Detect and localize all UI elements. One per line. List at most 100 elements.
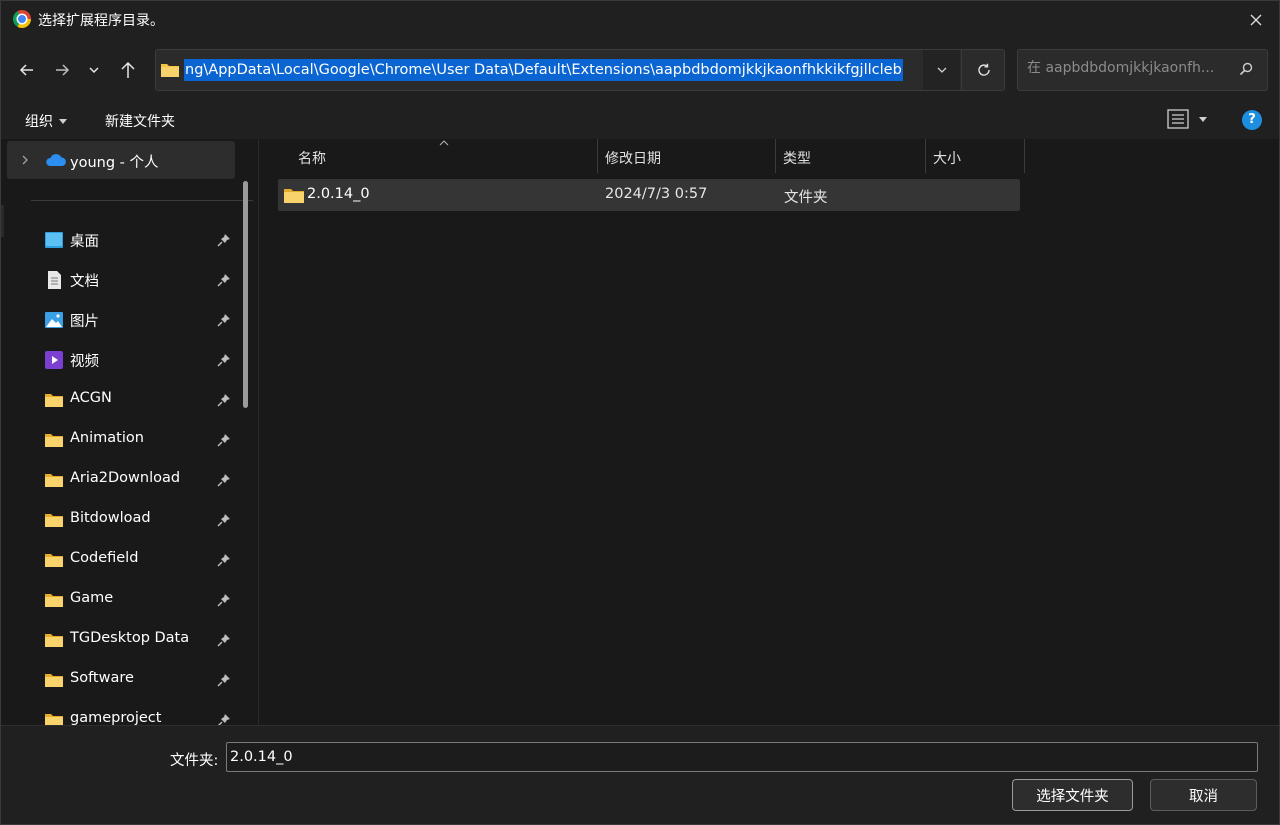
sidebar-item-animation[interactable]: Animation [1,420,241,460]
folder-icon [45,474,63,487]
select-folder-button[interactable]: 选择文件夹 [1012,779,1133,811]
pin-icon[interactable] [217,433,231,447]
help-button[interactable]: ? [1242,110,1262,130]
caret-down-icon [1199,116,1207,122]
file-modified: 2024/7/3 0:57 [605,186,708,202]
chevron-down-icon [89,67,99,74]
forward-button[interactable] [48,56,76,84]
sidebar-item-codefield[interactable]: Codefield [1,540,241,580]
file-dialog-window: 选择扩展程序目录。 ng\AppData\Local\Google\Chrome… [0,0,1280,825]
folder-icon [284,189,304,203]
sidebar-item-onedrive[interactable]: young - 个人 [7,141,235,179]
folder-icon [45,514,63,527]
pictures-icon [45,312,63,328]
refresh-icon [977,63,990,76]
videos-icon [45,351,63,369]
sidebar-item-tgdesktop-data[interactable]: TGDesktop Data [1,620,241,660]
sidebar-item-software[interactable]: Software [1,660,241,700]
pin-icon[interactable] [217,713,231,725]
column-header-size[interactable]: 大小 [926,139,1025,173]
caret-down-icon [59,118,67,124]
dialog-footer: 文件夹: 选择文件夹 取消 [1,725,1279,824]
sidebar-item-label: gameproject [70,710,162,725]
organize-label: 组织 [25,114,53,130]
sidebar-scrollbar[interactable] [243,181,248,408]
sidebar-item-acgn[interactable]: ACGN [1,380,241,420]
close-button[interactable] [1233,1,1279,39]
pin-icon[interactable] [217,633,231,647]
sidebar-item-gameproject[interactable]: gameproject [1,700,241,725]
sidebar-item-bitdowload[interactable]: Bitdowload [1,500,241,540]
divider [31,200,253,201]
sidebar-item-label: young - 个人 [70,155,159,171]
pin-icon[interactable] [217,393,231,407]
search-box[interactable] [1017,49,1268,91]
pin-icon[interactable] [217,233,231,247]
search-input[interactable] [1027,60,1227,76]
folder-icon [45,714,63,725]
sidebar-item-label: 文档 [70,274,99,290]
address-history-button[interactable] [922,50,960,90]
sidebar-item-label: Software [70,670,134,686]
pin-icon[interactable] [217,553,231,567]
organize-button[interactable]: 组织 [25,111,67,131]
navigation-pane: young - 个人 桌面 文档 图片 视频 ACGN Animation Ar… [1,139,259,725]
sidebar-item-label: ACGN [70,390,112,406]
pin-icon[interactable] [217,353,231,367]
window-title: 选择扩展程序目录。 [38,13,164,29]
column-header-modified[interactable]: 修改日期 [598,139,776,173]
column-header-type[interactable]: 类型 [776,139,926,173]
pin-icon[interactable] [217,513,231,527]
pin-icon[interactable] [217,473,231,487]
folder-name-input[interactable] [226,742,1258,772]
search-icon [1239,62,1253,76]
new-folder-button[interactable]: 新建文件夹 [105,111,175,131]
arrow-right-icon [56,64,70,76]
desktop-icon [45,232,63,248]
sidebar-item-label: Aria2Download [70,470,181,486]
onedrive-cloud-icon [46,154,66,166]
arrow-left-icon [19,64,33,76]
folder-icon [45,434,63,447]
chevron-right-icon[interactable] [21,154,29,166]
sidebar-item-aria2download[interactable]: Aria2Download [1,460,241,500]
sidebar-item-label: 视频 [70,354,99,370]
close-icon [1250,14,1262,26]
recent-locations-button[interactable] [80,56,108,84]
view-options-button[interactable] [1167,109,1207,129]
folder-icon [45,394,63,407]
column-header-name[interactable]: 名称 [260,139,598,173]
command-bar: 组织 新建文件夹 ? [1,101,1279,139]
sidebar-item-videos[interactable]: 视频 [1,340,241,380]
back-button[interactable] [13,56,41,84]
document-icon [48,271,61,289]
file-name: 2.0.14_0 [307,186,370,202]
sidebar-item-label: Animation [70,430,144,446]
sidebar-item-label: Codefield [70,550,139,566]
pin-icon[interactable] [217,593,231,607]
sidebar-item-pictures[interactable]: 图片 [1,300,241,340]
folder-icon [45,634,63,647]
refresh-button[interactable] [961,50,1005,90]
column-headers: 名称 修改日期 类型 大小 [260,139,1025,173]
table-row[interactable]: 2.0.14_0 2024/7/3 0:57 文件夹 [278,179,1020,211]
folder-label: 文件夹: [170,753,219,769]
sidebar-item-documents[interactable]: 文档 [1,260,241,300]
up-button[interactable] [114,56,142,84]
pin-icon[interactable] [217,273,231,287]
folder-icon [45,594,63,607]
folder-icon [161,64,179,77]
sidebar-item-label: 图片 [70,314,99,330]
address-bar[interactable]: ng\AppData\Local\Google\Chrome\User Data… [155,49,1005,91]
details-view-icon [1167,109,1189,129]
title-bar: 选择扩展程序目录。 [1,1,1279,39]
cancel-button[interactable]: 取消 [1150,779,1257,811]
pin-icon[interactable] [217,313,231,327]
sidebar-item-desktop[interactable]: 桌面 [1,220,241,260]
folder-icon [45,674,63,687]
sidebar-item-label: Bitdowload [70,510,151,526]
address-path[interactable]: ng\AppData\Local\Google\Chrome\User Data… [184,59,903,81]
sidebar-item-game[interactable]: Game [1,580,241,620]
pin-icon[interactable] [217,673,231,687]
folder-icon [45,554,63,567]
